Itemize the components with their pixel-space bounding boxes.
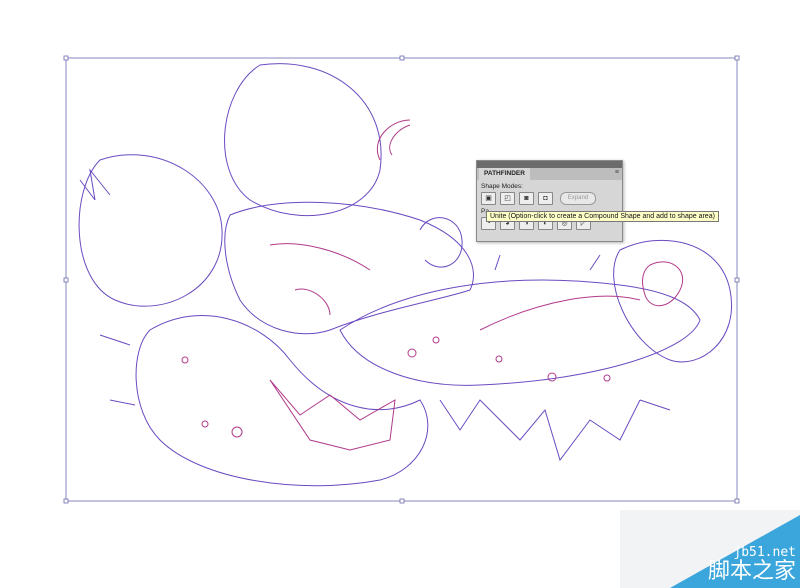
panel-menu-icon[interactable]: ≡ xyxy=(615,169,619,176)
line-art-paths xyxy=(78,63,732,487)
exclude-icon[interactable]: ◘ xyxy=(538,192,553,205)
selection-bounding-box[interactable] xyxy=(63,55,740,504)
pathfinder-panel: PATHFINDER ≡ Shape Modes: ▣ ◰ ◙ ◘ Expand… xyxy=(476,160,623,242)
watermark: jb51.net 脚本之家 xyxy=(600,510,800,588)
watermark-name: 脚本之家 xyxy=(707,558,796,583)
tab-pathfinder[interactable]: PATHFINDER xyxy=(479,168,530,180)
panel-title-bar[interactable] xyxy=(477,161,622,168)
expand-button[interactable]: Expand xyxy=(560,192,596,205)
minus-front-icon[interactable]: ◰ xyxy=(500,192,515,205)
intersect-icon[interactable]: ◙ xyxy=(519,192,534,205)
unite-icon[interactable]: ▣ xyxy=(481,192,496,205)
shape-modes-label: Shape Modes: xyxy=(481,183,523,190)
unite-tooltip: Unite (Option-click to create a Compound… xyxy=(486,211,719,222)
artboard-canvas[interactable] xyxy=(0,0,800,588)
